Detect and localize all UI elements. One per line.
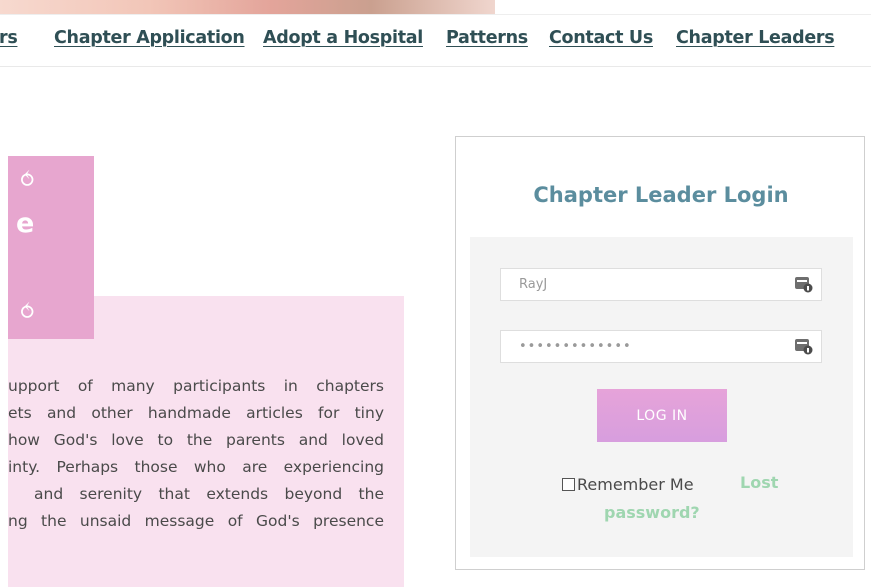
- nav-item-adopt-a-hospital[interactable]: Adopt a Hospital: [263, 28, 423, 48]
- nav-divider-top: [0, 14, 871, 15]
- chapter-leader-login-widget: Chapter Leader Login LOG IN Remember Me: [455, 136, 865, 570]
- nav-item-contact-us[interactable]: Contact Us: [549, 28, 653, 48]
- intro-line: ng the unsaid message of God's presence: [8, 512, 384, 530]
- nav-item-chapter-leaders[interactable]: Chapter Leaders: [676, 28, 835, 48]
- login-title: Chapter Leader Login: [533, 183, 789, 207]
- nav-item-truncated[interactable]: rs: [0, 28, 18, 48]
- hero-heading-fragment: e: [16, 208, 35, 239]
- password-manager-key-icon[interactable]: [795, 277, 813, 293]
- username-field-wrapper: [500, 268, 822, 301]
- nav-item-patterns[interactable]: Patterns: [446, 28, 528, 48]
- log-in-button[interactable]: LOG IN: [597, 389, 727, 442]
- lost-password-link-cont[interactable]: password?: [604, 503, 700, 522]
- nav-item-chapter-application[interactable]: Chapter Application: [54, 28, 245, 48]
- intro-line: ets and other handmade articles for tiny: [8, 404, 384, 422]
- swirl-ornament-bottom-icon: ⥀: [18, 300, 37, 325]
- intro-paragraph: upport of many participants in chapters …: [8, 373, 384, 535]
- intro-line: and serenity that extends beyond the: [34, 485, 384, 503]
- remember-me-text: Remember Me: [577, 475, 694, 494]
- hero-heading-block: ⥀ e ⥀: [8, 156, 94, 339]
- password-manager-key-icon[interactable]: [795, 339, 813, 355]
- username-input[interactable]: [501, 269, 781, 300]
- password-field-wrapper: [500, 330, 822, 363]
- intro-line: upport of many participants in chapters: [8, 377, 384, 395]
- remember-me-checkbox[interactable]: [562, 478, 575, 491]
- nav-divider-bottom: [0, 66, 871, 67]
- hero-image-strip: [0, 0, 495, 14]
- lost-password-link[interactable]: Lost: [740, 473, 778, 492]
- intro-line: inty. Perhaps those who are experiencing: [8, 458, 384, 476]
- swirl-ornament-top-icon: ⥀: [18, 168, 37, 193]
- intro-line: how God's love to the parents and loved: [8, 431, 384, 449]
- remember-me-label[interactable]: Remember Me: [562, 475, 694, 497]
- password-input[interactable]: [501, 331, 781, 362]
- main-nav: rs Chapter Application Adopt a Hospital …: [0, 28, 871, 60]
- login-form: LOG IN Remember Me Lost password?: [470, 237, 853, 557]
